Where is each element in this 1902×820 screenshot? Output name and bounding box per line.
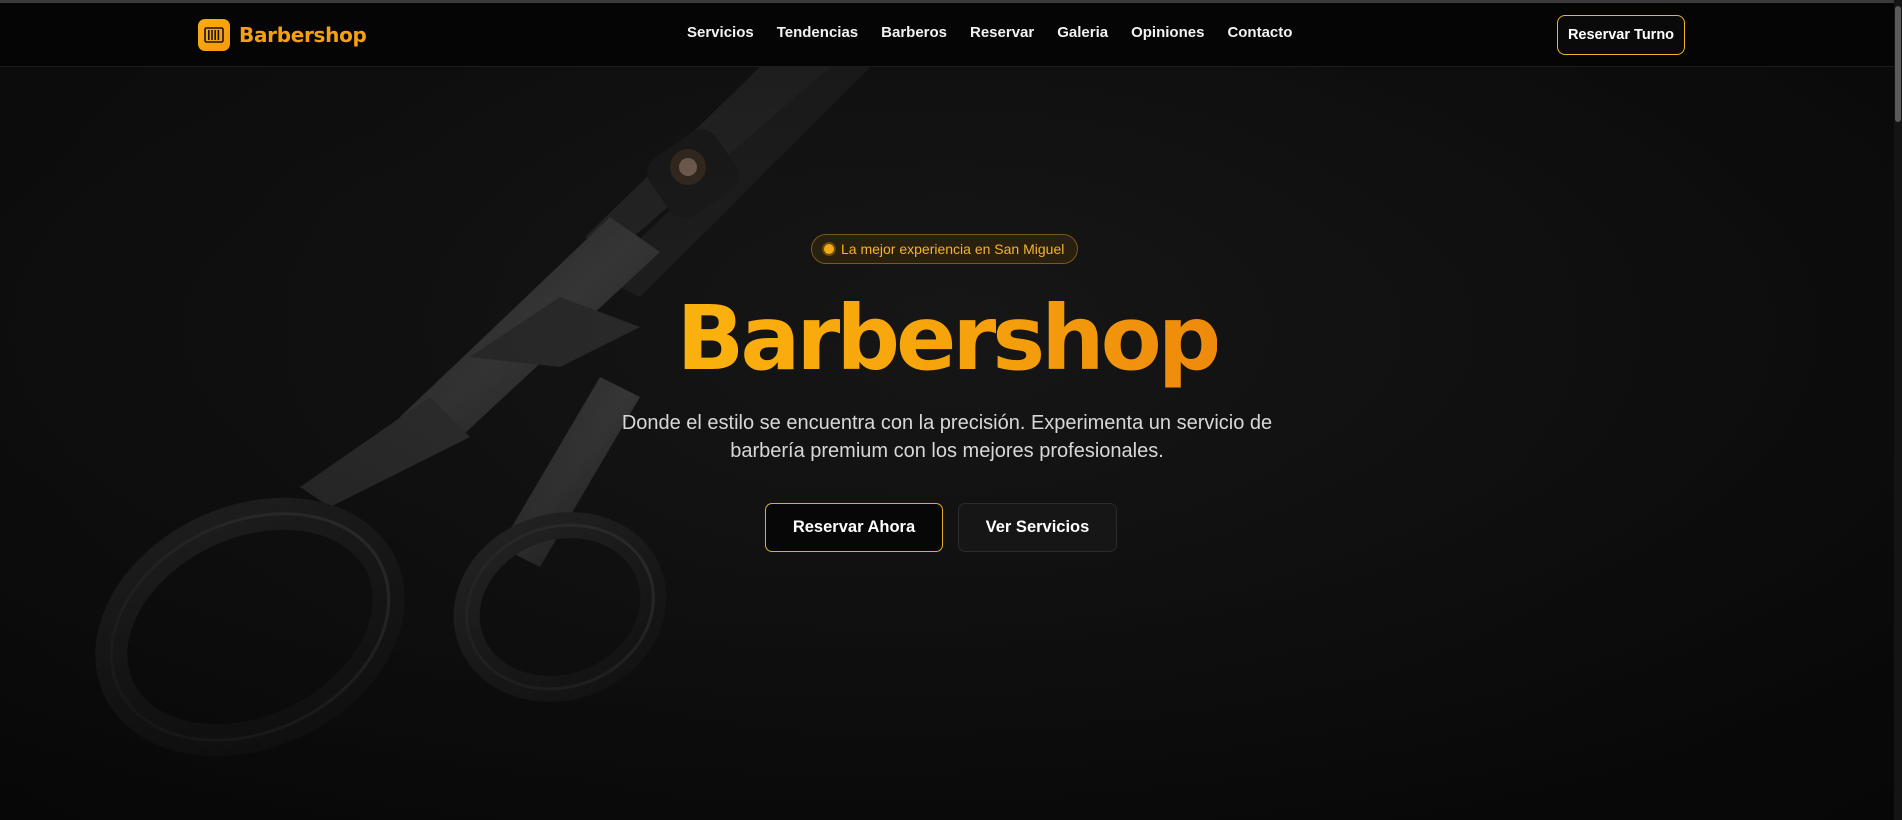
hero-title-text: Barbershop	[676, 286, 1222, 390]
page-scrollbar[interactable]	[1894, 0, 1902, 820]
status-dot-icon	[824, 244, 834, 254]
badge-text: La mejor experiencia en San Miguel	[841, 241, 1065, 257]
scrollbar-thumb[interactable]	[1895, 6, 1901, 122]
reservar-ahora-button[interactable]: Reservar Ahora	[765, 503, 943, 552]
hero-section: La mejor experiencia en San Miguel Barbe…	[0, 0, 1894, 820]
hero-title: Barbershop	[0, 283, 1894, 393]
ver-servicios-button[interactable]: Ver Servicios	[958, 503, 1117, 552]
hero-subtitle: Donde el estilo se encuentra con la prec…	[621, 412, 1273, 462]
page: Barbershop Servicios Tendencias Barberos…	[0, 0, 1902, 820]
location-badge: La mejor experiencia en San Miguel	[811, 234, 1079, 264]
